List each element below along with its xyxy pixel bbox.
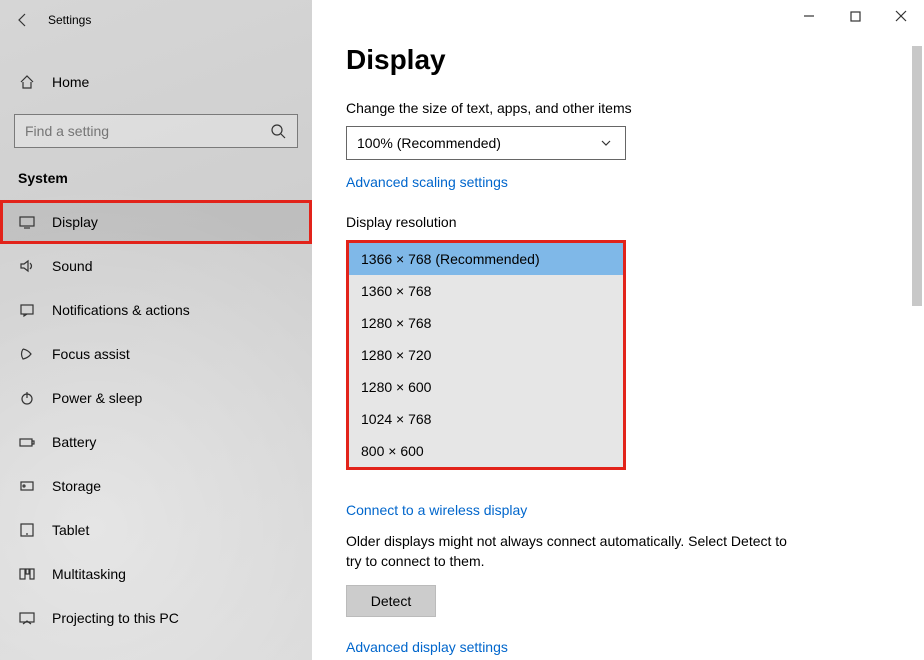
tablet-icon — [18, 521, 36, 539]
advanced-scaling-link[interactable]: Advanced scaling settings — [346, 174, 508, 190]
home-icon — [18, 73, 36, 91]
resolution-option[interactable]: 1024 × 768 — [349, 403, 623, 435]
resolution-option[interactable]: 800 × 600 — [349, 435, 623, 467]
connect-wireless-link[interactable]: Connect to a wireless display — [346, 502, 527, 518]
sidebar-item-display[interactable]: Display — [0, 200, 312, 244]
settings-window: Settings Home System Display Sound Notific… — [0, 0, 924, 660]
sidebar-item-battery[interactable]: Battery — [0, 420, 312, 464]
search-input[interactable] — [25, 123, 269, 139]
resolution-option[interactable]: 1280 × 768 — [349, 307, 623, 339]
resolution-option[interactable]: 1360 × 768 — [349, 275, 623, 307]
notifications-icon — [18, 301, 36, 319]
back-icon[interactable] — [14, 8, 32, 32]
advanced-display-link[interactable]: Advanced display settings — [346, 639, 508, 655]
sidebar-item-label: Sound — [52, 258, 92, 274]
page-title: Display — [346, 44, 924, 76]
highlight-box — [0, 200, 312, 244]
detect-description: Older displays might not always connect … — [346, 532, 806, 571]
power-icon — [18, 389, 36, 407]
sidebar-item-label: Tablet — [52, 522, 89, 538]
sidebar-item-label: Power & sleep — [52, 390, 142, 406]
sidebar-item-label: Projecting to this PC — [52, 610, 179, 626]
section-header: System — [0, 148, 312, 196]
resolution-dropdown[interactable]: 1366 × 768 (Recommended)1360 × 7681280 ×… — [346, 240, 626, 470]
sound-icon — [18, 257, 36, 275]
sidebar-item-label: Display — [52, 214, 98, 230]
main-content: Display Change the size of text, apps, a… — [312, 0, 924, 660]
focus-assist-icon — [18, 345, 36, 363]
sidebar-item-label: Notifications & actions — [52, 302, 190, 318]
window-title: Settings — [48, 13, 91, 27]
sidebar-item-tablet[interactable]: Tablet — [0, 508, 312, 552]
scale-label: Change the size of text, apps, and other… — [346, 100, 924, 116]
sidebar-item-label: Focus assist — [52, 346, 130, 362]
sidebar-item-label: Battery — [52, 434, 96, 450]
sidebar-item-multitasking[interactable]: Multitasking — [0, 552, 312, 596]
sidebar-nav: Display Sound Notifications & actions Focus… — [0, 200, 312, 640]
resolution-option[interactable]: 1280 × 720 — [349, 339, 623, 371]
battery-icon — [18, 433, 36, 451]
resolution-option[interactable]: 1280 × 600 — [349, 371, 623, 403]
search-box[interactable] — [14, 114, 298, 148]
sidebar-item-power-sleep[interactable]: Power & sleep — [0, 376, 312, 420]
detect-button[interactable]: Detect — [346, 585, 436, 617]
sidebar-item-label: Storage — [52, 478, 101, 494]
storage-icon — [18, 477, 36, 495]
home-label: Home — [52, 74, 89, 90]
projecting-icon — [18, 609, 36, 627]
chevron-down-icon — [597, 134, 615, 152]
titlebar: Settings — [0, 0, 312, 40]
multitasking-icon — [18, 565, 36, 583]
sidebar-item-focus-assist[interactable]: Focus assist — [0, 332, 312, 376]
detect-button-label: Detect — [371, 593, 411, 609]
resolution-label: Display resolution — [346, 214, 924, 230]
display-icon — [18, 213, 36, 231]
sidebar-item-sound[interactable]: Sound — [0, 244, 312, 288]
sidebar-item-projecting-to-this-pc[interactable]: Projecting to this PC — [0, 596, 312, 640]
scale-value: 100% (Recommended) — [357, 135, 501, 151]
resolution-option[interactable]: 1366 × 768 (Recommended) — [349, 243, 623, 275]
scrollbar[interactable] — [912, 46, 922, 306]
sidebar-item-notifications-actions[interactable]: Notifications & actions — [0, 288, 312, 332]
search-icon — [269, 122, 287, 140]
scale-select[interactable]: 100% (Recommended) — [346, 126, 626, 160]
sidebar-item-storage[interactable]: Storage — [0, 464, 312, 508]
home-nav[interactable]: Home — [0, 62, 312, 102]
sidebar: Settings Home System Display Sound Notific… — [0, 0, 312, 660]
sidebar-item-label: Multitasking — [52, 566, 126, 582]
